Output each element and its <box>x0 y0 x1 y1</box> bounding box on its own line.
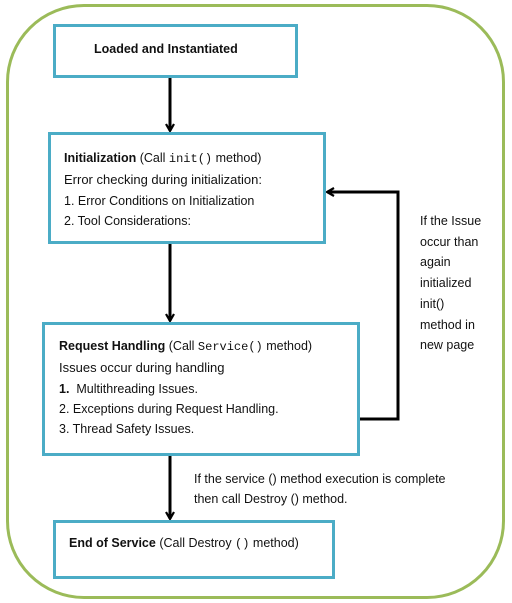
init-title: Initialization <box>64 151 137 165</box>
destroy-note-line: then call Destroy () method. <box>194 492 348 506</box>
request-item-number: 1. <box>59 382 70 396</box>
destroy-note-line: If the service () method execution is co… <box>194 472 446 486</box>
retry-note: If the Issue occur than again initialize… <box>420 211 481 356</box>
retry-note-line: method in <box>420 317 475 332</box>
init-call-prefix: (Call <box>139 151 169 165</box>
box-initialization: Initialization (Call init() method) Erro… <box>48 132 326 244</box>
request-title: Request Handling <box>59 339 166 353</box>
retry-note-line: init() <box>420 296 445 311</box>
init-item: 1. Error Conditions on Initialization <box>64 194 255 208</box>
end-call-method: () <box>235 537 250 551</box>
loaded-title: Loaded and Instantiated <box>94 42 238 56</box>
end-title: End of Service <box>69 536 156 550</box>
destroy-note: If the service () method execution is co… <box>194 469 446 509</box>
init-item: 2. Tool Considerations: <box>64 214 191 228</box>
request-call-suffix: method) <box>262 339 313 353</box>
retry-note-line: initialized <box>420 276 472 291</box>
box-request-handling: Request Handling (Call Service() method)… <box>42 322 360 456</box>
end-call-prefix: (Call Destroy <box>159 536 236 550</box>
init-call-method: init() <box>168 152 213 166</box>
box-loaded-and-instantiated: Loaded and Instantiated <box>53 24 298 78</box>
request-subtitle: Issues occur during handling <box>59 360 225 375</box>
init-call-suffix: method) <box>212 151 262 165</box>
request-item: 2. Exceptions during Request Handling. <box>59 402 279 416</box>
retry-note-line: again <box>420 255 451 270</box>
request-item: 3. Thread Safety Issues. <box>59 422 195 436</box>
retry-note-line: new page <box>420 338 475 353</box>
retry-note-line: If the Issue <box>420 214 482 228</box>
request-item: Multithreading Issues. <box>76 382 198 396</box>
box-end-of-service: End of Service (Call Destroy () method) <box>53 520 335 579</box>
request-call-method: Service() <box>197 340 263 354</box>
retry-note-line: occur than <box>420 234 479 249</box>
end-call-suffix: method) <box>249 536 299 550</box>
request-call-prefix: (Call <box>168 339 198 353</box>
init-subtitle: Error checking during initialization: <box>64 172 262 187</box>
